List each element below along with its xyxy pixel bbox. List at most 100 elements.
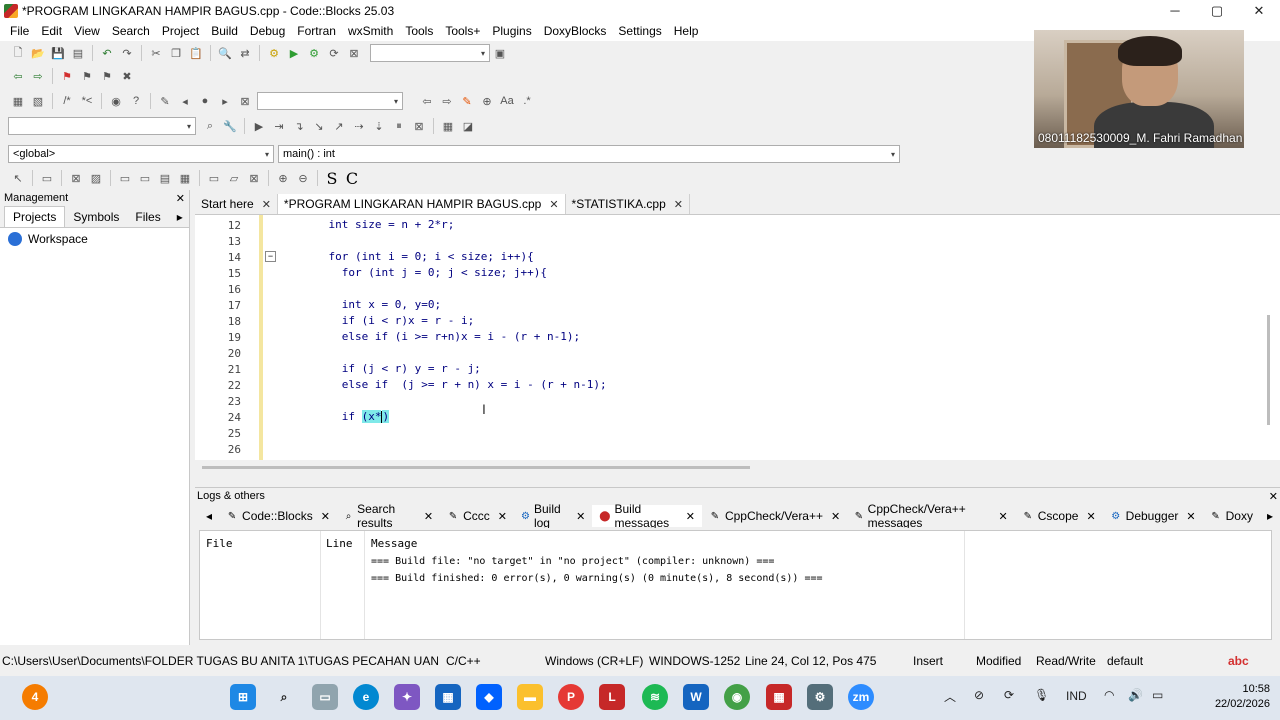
tray-input-language[interactable]: IND (1066, 689, 1087, 703)
code-editor[interactable]: 12 13 14 15 16 17 18 19 20 21 22 23 24 2… (195, 214, 1280, 460)
log-tab-cscope[interactable]: ✎ Cscope ✕ (1015, 505, 1103, 527)
close-tab-icon[interactable]: ✕ (424, 510, 433, 523)
close-tab-icon[interactable]: ✕ (1086, 510, 1095, 523)
log-tab-search-results[interactable]: ⌕ Search results ✕ (337, 504, 440, 528)
log-tab-build-log[interactable]: ⚙ Build log ✕ (514, 504, 592, 528)
file-explorer-icon[interactable]: ▬ (517, 684, 543, 710)
paste-icon[interactable]: 📋 (188, 45, 204, 61)
tab-widget-icon[interactable]: ▭ (206, 170, 222, 186)
match-case-icon[interactable]: Aa (499, 93, 515, 109)
log-tab-build-messages[interactable]: ⬤ Build messages ✕ (592, 504, 702, 528)
log-tab-doxy[interactable]: ✎ Doxy (1203, 505, 1260, 527)
clear-search-icon[interactable]: ⊠ (237, 93, 253, 109)
close-tab-icon[interactable]: ✕ (498, 510, 507, 523)
menu-debug[interactable]: Debug (244, 21, 291, 41)
close-tab-icon[interactable]: ✕ (549, 198, 558, 211)
settings-gear-icon[interactable]: ⚙ (807, 684, 833, 710)
close-tab-icon[interactable]: ✕ (999, 510, 1008, 523)
stop-icon[interactable]: ◉ (108, 93, 124, 109)
highlight-icon[interactable]: ✎ (459, 93, 475, 109)
zoom-tool-icon[interactable]: 🔧 (222, 118, 238, 134)
copy-icon[interactable]: ❐ (168, 45, 184, 61)
zoom-search-icon[interactable]: ⌕ (202, 118, 218, 134)
edge-browser-icon[interactable]: e (353, 684, 379, 710)
back-widget-icon[interactable]: ▱ (226, 170, 242, 186)
uncomment-icon[interactable]: *< (79, 93, 95, 109)
debug-info-icon[interactable]: ◪ (460, 118, 476, 134)
menu-help[interactable]: Help (668, 21, 705, 41)
log-tab-cppcheck[interactable]: ✎ CppCheck/Vera++ ✕ (702, 505, 847, 527)
rebuild-icon[interactable]: ⟳ (326, 45, 342, 61)
editor-horizontal-scrollbar[interactable] (202, 466, 750, 469)
editor-tab-statistika[interactable]: *STATISTIKA.cpp ✕ (566, 194, 690, 214)
workspace-tree-item[interactable]: Workspace (0, 230, 189, 248)
spotify-icon[interactable]: ≋ (642, 684, 668, 710)
panel-widget-icon[interactable]: ▨ (88, 170, 104, 186)
pencil-icon[interactable]: ✎ (157, 93, 173, 109)
find-icon[interactable]: 🔍 (217, 45, 233, 61)
comment-icon[interactable]: /* (59, 93, 75, 109)
remove-widget-icon[interactable]: ⊠ (246, 170, 262, 186)
logs-tabs-next-icon[interactable]: ▸ (1260, 505, 1280, 527)
close-tab-icon[interactable]: ✕ (831, 510, 840, 523)
textbox-widget-icon[interactable]: ▭ (117, 170, 133, 186)
chrome-icon[interactable]: ◉ (724, 684, 750, 710)
dropbox-icon[interactable]: ◆ (476, 684, 502, 710)
bookmark-clear-icon[interactable]: ✖ (119, 68, 135, 84)
bookmark-next-icon[interactable]: ⚑ (99, 68, 115, 84)
tray-battery-icon[interactable]: ▭ (1152, 688, 1163, 702)
letter-c-icon[interactable]: C (344, 169, 360, 188)
save-icon[interactable]: 💾 (50, 45, 66, 61)
app-l-icon[interactable]: L (599, 684, 625, 710)
function-scope-combo[interactable]: main() : int ▾ (278, 145, 900, 163)
next-marker-icon[interactable]: ▸ (217, 93, 233, 109)
run-icon[interactable]: ▶ (286, 45, 302, 61)
tray-sync-icon[interactable]: ⟳ (1004, 688, 1014, 702)
search-icon[interactable]: ⌕ (271, 684, 297, 710)
build-gear-icon[interactable]: ⚙ (266, 45, 282, 61)
column-header-message[interactable]: Message (371, 537, 417, 550)
jump-back-icon[interactable]: ⇦ (10, 68, 26, 84)
store-icon[interactable]: ▦ (435, 684, 461, 710)
jump-forward-icon[interactable]: ⇨ (30, 68, 46, 84)
save-all-icon[interactable]: ▤ (70, 45, 86, 61)
taskbar-clock[interactable]: 10:58 22/02/2026 (1215, 682, 1270, 712)
zoom-out-icon[interactable]: ⊖ (295, 170, 311, 186)
menu-build[interactable]: Build (205, 21, 244, 41)
undo-icon[interactable]: ↶ (99, 45, 115, 61)
log-tab-cppcheck-messages[interactable]: ✎ CppCheck/Vera++ messages ✕ (847, 504, 1015, 528)
minimize-button[interactable]: ─ (1154, 0, 1196, 21)
close-tab-icon[interactable]: ✕ (686, 510, 695, 523)
step-instruction-icon[interactable]: ⇣ (371, 118, 387, 134)
step-out-icon[interactable]: ↗ (331, 118, 347, 134)
replace-icon[interactable]: ⇄ (237, 45, 253, 61)
column-header-line[interactable]: Line (326, 537, 353, 550)
close-tab-icon[interactable]: ✕ (262, 198, 271, 211)
search-prev-icon[interactable]: ⇦ (419, 93, 435, 109)
new-file-icon[interactable]: 🗋 (10, 45, 26, 61)
search-next-icon[interactable]: ⇨ (439, 93, 455, 109)
prev-marker-icon[interactable]: ◂ (177, 93, 193, 109)
close-tab-icon[interactable]: ✕ (321, 510, 330, 523)
letter-s-icon[interactable]: S (324, 169, 340, 188)
cut-icon[interactable]: ✂ (148, 45, 164, 61)
grid-widget-icon[interactable]: ▦ (177, 170, 193, 186)
abort-icon[interactable]: ⊠ (346, 45, 362, 61)
menu-tools-plus[interactable]: Tools+ (439, 21, 486, 41)
editor-tab-start-here[interactable]: Start here ✕ (195, 194, 278, 214)
code-completion-icon[interactable]: ▦ (10, 93, 26, 109)
editor-tab-program-lingkaran[interactable]: *PROGRAM LINGKARAN HAMPIR BAGUS.cpp ✕ (277, 194, 566, 214)
column-header-file[interactable]: File (206, 537, 233, 550)
bookmark-prev-icon[interactable]: ⚑ (79, 68, 95, 84)
checkbox-widget-icon[interactable]: ⊠ (68, 170, 84, 186)
close-tab-icon[interactable]: ✕ (1186, 510, 1195, 523)
global-scope-combo[interactable]: <global> ▾ (8, 145, 274, 163)
menu-file[interactable]: File (4, 21, 35, 41)
frame-icon[interactable]: ▭ (39, 170, 55, 186)
zoom-icon[interactable]: zm (848, 684, 874, 710)
logs-tabs-prev-icon[interactable]: ◂ (199, 505, 219, 527)
listbox-widget-icon[interactable]: ▤ (157, 170, 173, 186)
menu-search[interactable]: Search (106, 21, 156, 41)
run-to-cursor-icon[interactable]: ⇥ (271, 118, 287, 134)
menu-edit[interactable]: Edit (35, 21, 68, 41)
